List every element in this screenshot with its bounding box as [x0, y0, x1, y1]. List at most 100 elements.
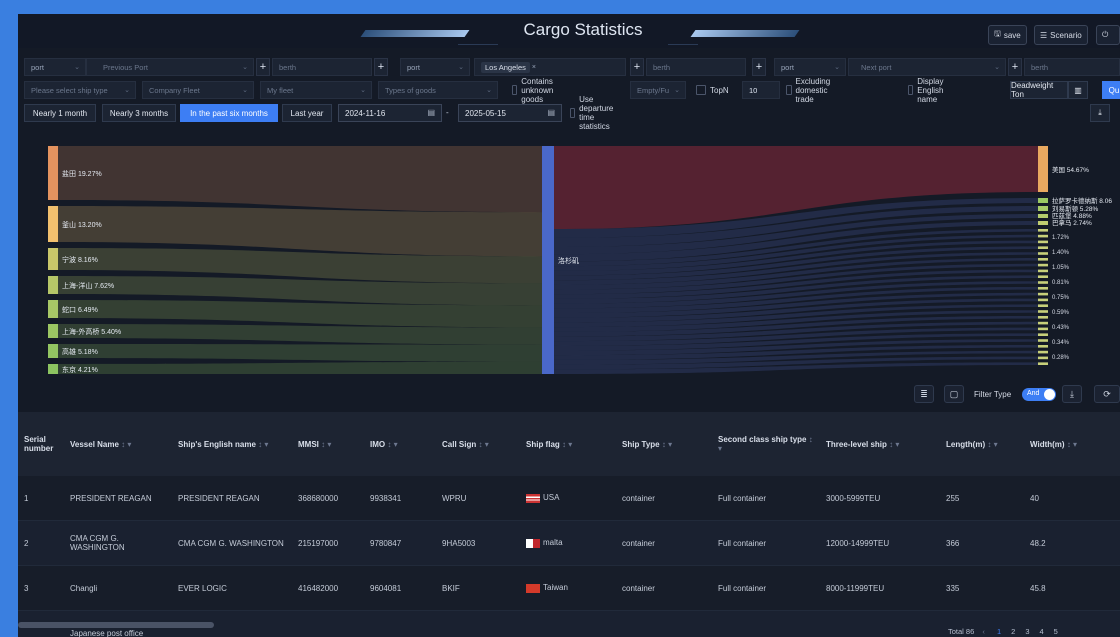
- add-origin-berth-button[interactable]: +: [374, 58, 388, 76]
- sort-icon[interactable]: ↕ ▾: [889, 440, 899, 449]
- table-row[interactable]: 2 CMA CGM G. WASHINGTON CMA CGM G. WASHING…: [18, 520, 1120, 566]
- chart-view-button[interactable]: ≣: [914, 385, 934, 403]
- current-berth-select[interactable]: berth: [646, 58, 746, 76]
- sankey-center-label: 洛杉矶: [558, 256, 579, 265]
- scenario-button[interactable]: ☰ Scenario: [1034, 25, 1088, 45]
- col-three-level[interactable]: Three-level ship ↕ ▾: [820, 412, 940, 476]
- sankey-target-label: 1.05%: [1052, 265, 1070, 271]
- page-1-button[interactable]: 1: [997, 627, 1001, 636]
- table-cell-third: 8000-11999TEU: [820, 565, 940, 611]
- add-current-berth-button[interactable]: +: [752, 58, 766, 76]
- sankey-link: [54, 146, 542, 213]
- column-settings-button[interactable]: ▥: [1068, 81, 1088, 99]
- col-ship-flag[interactable]: Ship flag ↕ ▾: [520, 412, 616, 476]
- origin-port-type-select[interactable]: port ⌄: [24, 58, 86, 76]
- page-5-button[interactable]: 5: [1054, 627, 1058, 636]
- save-button[interactable]: 🖫 save: [988, 25, 1027, 45]
- origin-berth-select[interactable]: berth: [272, 58, 372, 76]
- deadweight-ton-button[interactable]: Deadweight Ton: [1010, 81, 1068, 99]
- col-call-sign[interactable]: Call Sign ↕ ▾: [436, 412, 520, 476]
- empty-full-select[interactable]: Empty/Fu ⌄: [630, 81, 686, 99]
- horizontal-scrollbar[interactable]: [18, 622, 214, 628]
- table-cell-call: WPRU: [436, 476, 520, 521]
- current-port-select[interactable]: Los Angeles ×: [474, 58, 626, 76]
- cell-value: USA: [543, 493, 560, 503]
- excluding-domestic-checkbox[interactable]: Excluding domestic trade: [786, 77, 835, 104]
- table-cell-length: 335: [940, 565, 1024, 611]
- sort-icon[interactable]: ↕ ▾: [321, 440, 331, 449]
- query-button[interactable]: Qu: [1102, 81, 1120, 99]
- col-label: Serial number: [24, 435, 54, 453]
- current-port-type-select[interactable]: port ⌄: [400, 58, 470, 76]
- col-vessel-name[interactable]: Vessel Name ↕ ▾: [64, 412, 172, 476]
- col-ship-type[interactable]: Ship Type ↕ ▾: [616, 412, 712, 476]
- topn-input[interactable]: 10: [742, 81, 780, 99]
- save-label: save: [1003, 30, 1021, 40]
- contains-unknown-checkbox[interactable]: Contains unknown goods: [512, 77, 558, 104]
- export-button[interactable]: ⤓: [1062, 385, 1082, 403]
- topn-checkbox[interactable]: TopN: [696, 81, 729, 99]
- company-fleet-select[interactable]: Company Fleet ⌄: [142, 81, 254, 99]
- add-current-port-button[interactable]: +: [630, 58, 644, 76]
- sort-icon[interactable]: ↕ ▾: [478, 440, 488, 449]
- end-date-input[interactable]: 2025-05-15 ▤: [458, 104, 562, 122]
- table-view-button[interactable]: ▢: [944, 385, 964, 403]
- next-port-type-select[interactable]: port ⌄: [774, 58, 846, 76]
- next-port-select[interactable]: Next port ⌄: [848, 58, 1006, 76]
- table-cell-imo: 9780847: [364, 520, 436, 566]
- sankey-target-label: 1.72%: [1052, 235, 1070, 241]
- sort-icon[interactable]: ↕ ▾: [1067, 440, 1077, 449]
- page-2-button[interactable]: 2: [1011, 627, 1015, 636]
- range-1-month-button[interactable]: Nearly 1 month: [24, 104, 96, 122]
- next-berth-select[interactable]: berth: [1024, 58, 1120, 76]
- sankey-target-node: [1038, 252, 1048, 255]
- range-6-months-button[interactable]: In the past six months: [180, 104, 278, 122]
- download-button[interactable]: ⤓: [1090, 104, 1110, 122]
- filter-type-toggle[interactable]: And: [1022, 388, 1056, 401]
- refresh-icon: ⟳: [1103, 388, 1111, 399]
- sort-icon[interactable]: ↕ ▾: [121, 440, 131, 449]
- table-cell-flag: Taiwan: [520, 565, 616, 611]
- start-date-input[interactable]: 2024-11-16 ▤: [338, 104, 442, 122]
- sankey-target-label: 0.75%: [1052, 295, 1070, 301]
- col-second-class[interactable]: Second class ship type ↕ ▾: [712, 412, 820, 476]
- sort-icon[interactable]: ↕ ▾: [562, 440, 572, 449]
- cell-value: CMA CGM G. WASHINGTON: [70, 534, 125, 552]
- cell-value: 9HA5003: [442, 538, 476, 548]
- prev-page-icon[interactable]: ‹: [982, 627, 985, 636]
- power-button[interactable]: ⏻: [1096, 25, 1120, 45]
- range-3-months-button[interactable]: Nearly 3 months: [102, 104, 176, 122]
- sankey-target-node: [1038, 356, 1048, 360]
- table-row[interactable]: 3 Changli EVER LOGIC 416482000 9604081 BKIF Ta…: [18, 565, 1120, 611]
- display-english-checkbox[interactable]: Display English name: [908, 77, 948, 104]
- refresh-button[interactable]: ⟳: [1094, 385, 1120, 403]
- col-width[interactable]: Width(m) ↕ ▾: [1024, 412, 1120, 476]
- close-icon[interactable]: ×: [532, 64, 536, 71]
- sort-icon[interactable]: ↕ ▾: [987, 440, 997, 449]
- power-icon: ⏻: [1102, 30, 1109, 39]
- sort-icon[interactable]: ↕ ▾: [387, 440, 397, 449]
- add-next-port-button[interactable]: +: [1008, 58, 1022, 76]
- origin-port-select[interactable]: Previous Port ⌄: [86, 58, 254, 76]
- ship-type-select[interactable]: Please select ship type ⌄: [24, 81, 136, 99]
- col-imo[interactable]: IMO ↕ ▾: [364, 412, 436, 476]
- use-departure-checkbox[interactable]: Use departure time statistics: [570, 95, 618, 131]
- table-row[interactable]: 1 PRESIDENT REAGAN PRESIDENT REAGAN 3686800…: [18, 476, 1120, 521]
- sort-icon[interactable]: ↕ ▾: [258, 440, 268, 449]
- range-last-year-button[interactable]: Last year: [282, 104, 332, 122]
- sankey-source-node: [48, 324, 58, 338]
- cell-value: 215197000: [298, 538, 339, 548]
- sankey-target-node: [1038, 281, 1048, 284]
- my-fleet-select[interactable]: My fleet ⌄: [260, 81, 372, 99]
- sankey-target-node: [1038, 206, 1048, 211]
- col-length[interactable]: Length(m) ↕ ▾: [940, 412, 1024, 476]
- sort-icon[interactable]: ↕ ▾: [662, 440, 672, 449]
- col-english-name[interactable]: Ship's English name ↕ ▾: [172, 412, 292, 476]
- col-serial[interactable]: Serial number: [18, 412, 64, 476]
- add-origin-port-button[interactable]: +: [256, 58, 270, 76]
- page-4-button[interactable]: 4: [1039, 627, 1043, 636]
- col-mmsi[interactable]: MMSI ↕ ▾: [292, 412, 364, 476]
- goods-type-select[interactable]: Types of goods ⌄: [378, 81, 498, 99]
- page-3-button[interactable]: 3: [1025, 627, 1029, 636]
- table-cell-type: [616, 610, 712, 637]
